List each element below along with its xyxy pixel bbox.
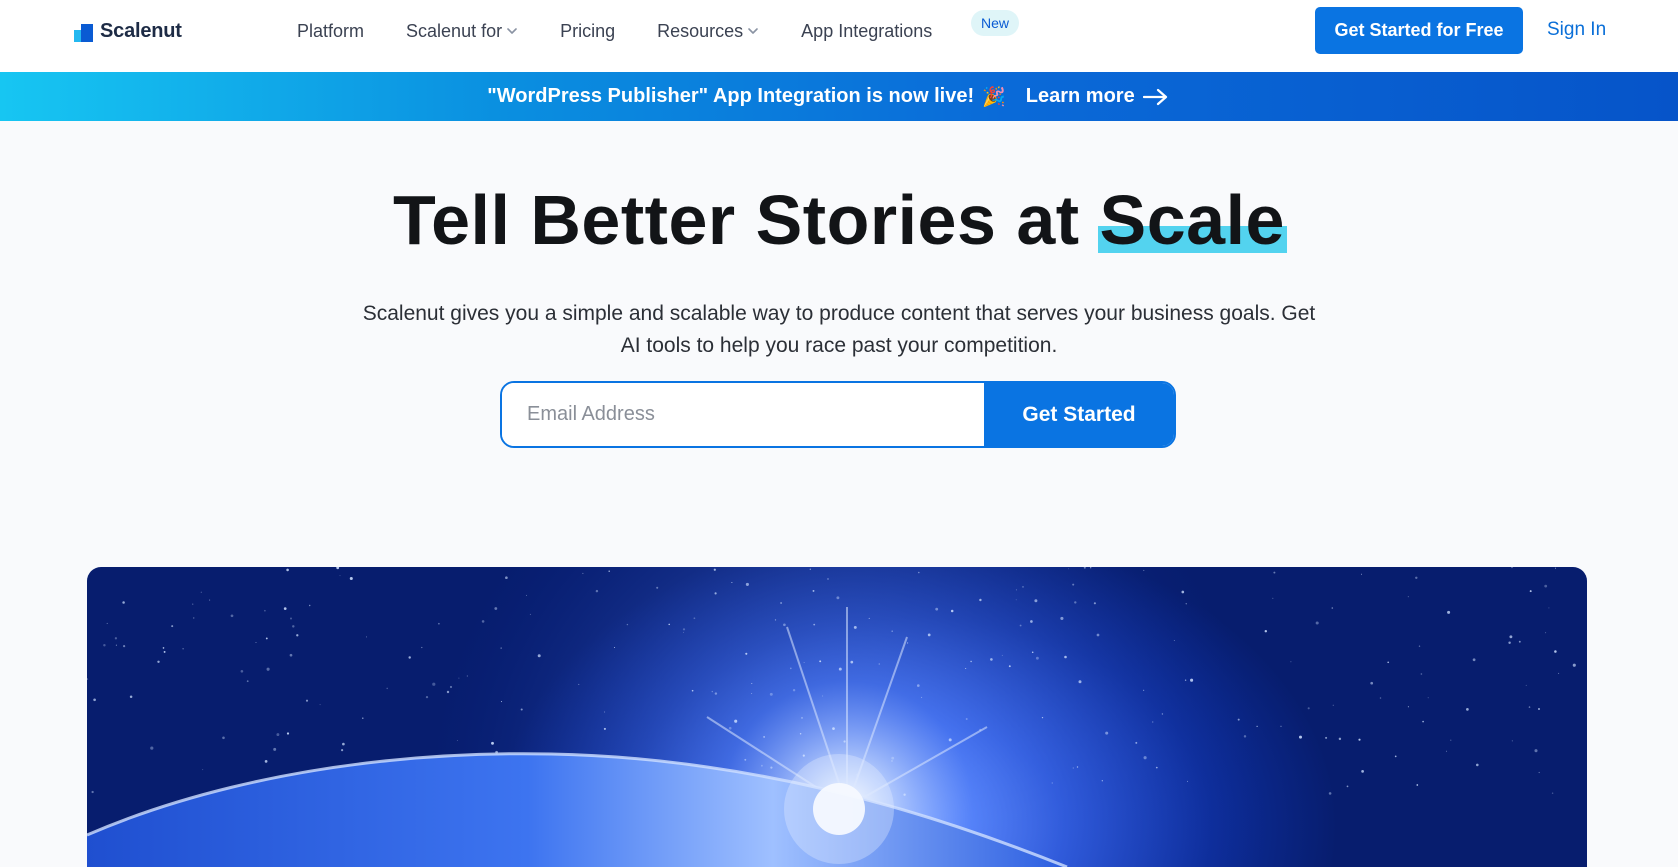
nav-item-platform[interactable]: Platform: [297, 18, 364, 44]
chevron-down-icon: [748, 28, 758, 34]
nav-item-resources[interactable]: Resources: [657, 18, 759, 44]
nav-item-label: App Integrations: [801, 20, 933, 41]
nav-item-app-integrations[interactable]: App Integrations: [801, 18, 932, 44]
chevron-down-icon: [507, 28, 517, 34]
email-signup-form: Get Started: [500, 381, 1176, 448]
main-nav: Platform Scalenut for Pricing Resources …: [297, 10, 1020, 44]
hero-title-main: Tell Better Stories at: [393, 181, 1100, 259]
nav-item-label: Platform: [297, 20, 365, 41]
hero-title: Tell Better Stories at Scale: [0, 180, 1678, 260]
announcement-banner: "WordPress Publisher" App Integration is…: [0, 72, 1678, 121]
nav-item-scalenut-for[interactable]: Scalenut for: [406, 18, 518, 44]
learn-more-label: Learn more: [1025, 85, 1135, 107]
nav-item-label: Pricing: [560, 20, 616, 41]
email-input[interactable]: [502, 383, 984, 446]
site-header: Scalenut Platform Scalenut for Pricing R…: [0, 0, 1678, 72]
nav-item-pricing[interactable]: Pricing: [560, 18, 615, 44]
party-popper-icon: 🎉: [982, 86, 1006, 108]
hero-title-highlight: Scale: [1097, 181, 1288, 259]
hero-space-image: [87, 567, 1587, 867]
hero-subtitle: Scalenut gives you a simple and scalable…: [362, 302, 1316, 357]
banner-text: "WordPress Publisher" App Integration is…: [487, 85, 975, 107]
arrow-right-icon: [1142, 88, 1167, 105]
scalenut-logo-icon: [74, 22, 94, 42]
earth-space-illustration: [87, 567, 1587, 867]
nav-item-label: Scalenut for: [406, 20, 503, 41]
new-badge: New: [971, 10, 1020, 36]
nav-item-label: Resources: [657, 20, 744, 41]
logo-text: Scalenut: [100, 20, 182, 42]
sign-in-link[interactable]: Sign In: [1547, 19, 1606, 41]
get-started-free-button[interactable]: Get Started for Free: [1315, 7, 1523, 54]
logo-link[interactable]: Scalenut: [74, 20, 182, 43]
get-started-button[interactable]: Get Started: [984, 383, 1174, 446]
learn-more-link[interactable]: Learn more: [1026, 85, 1169, 108]
